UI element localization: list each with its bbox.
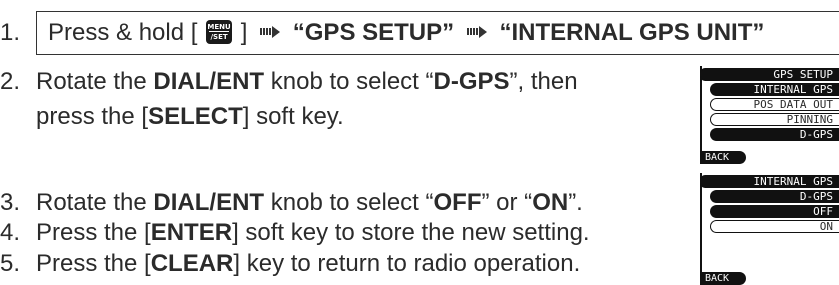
lcd-option: ON (710, 220, 839, 233)
step-text: Press the [ENTER] soft key to store the … (36, 219, 590, 246)
step-line-1: Rotate the DIAL/ENT knob to select “D-GP… (36, 68, 578, 95)
arrow-icon (260, 26, 281, 39)
step-number: 3. (0, 189, 21, 216)
lcd-screen-internal-gps: INTERNAL GPS D-GPS OFF ON BACK (700, 173, 839, 285)
lcd-menu-item-selected: D-GPS (710, 128, 839, 141)
lcd-frame (700, 66, 702, 164)
lcd-title: GPS SETUP (700, 68, 839, 81)
lcd-menu-item: POS DATA OUT (710, 98, 839, 111)
lcd-back-softkey: BACK (700, 272, 746, 285)
lcd-back-softkey: BACK (700, 151, 746, 164)
lcd-title: INTERNAL GPS (700, 175, 839, 188)
lcd-option-selected: OFF (710, 205, 839, 218)
instruction-box: Press & hold [ MENU/SET ] “GPS SETUP” “I… (36, 11, 839, 55)
lcd-menu-item: PINNING (710, 113, 839, 126)
step-number: 1. (0, 19, 21, 46)
step-number: 2. (0, 68, 21, 95)
arrow-icon (466, 26, 487, 39)
menu-set-key-icon: MENU/SET (206, 19, 233, 44)
step-number: 4. (0, 219, 21, 246)
lcd-subtitle: D-GPS (710, 190, 839, 203)
step-text: Press & hold [ (48, 19, 198, 46)
step-text: Rotate the DIAL/ENT knob to select “OFF”… (36, 189, 583, 216)
step-2-line-2: press the [SELECT] soft key. (36, 103, 344, 130)
lcd-menu-item: INTERNAL GPS (710, 83, 839, 96)
step-number: 5. (0, 250, 21, 277)
key-label-bottom: /SET (210, 32, 228, 41)
lcd-screen-gps-setup: GPS SETUP INTERNAL GPS POS DATA OUT PINN… (700, 66, 839, 164)
lcd-frame (700, 173, 702, 285)
menu-item-gps-setup: “GPS SETUP” (292, 19, 455, 46)
step-text: ] (240, 19, 248, 46)
menu-item-internal-gps-unit: “INTERNAL GPS UNIT” (499, 19, 765, 46)
step-text: Press the [CLEAR] key to return to radio… (36, 250, 581, 277)
key-label-top: MENU (207, 22, 231, 31)
